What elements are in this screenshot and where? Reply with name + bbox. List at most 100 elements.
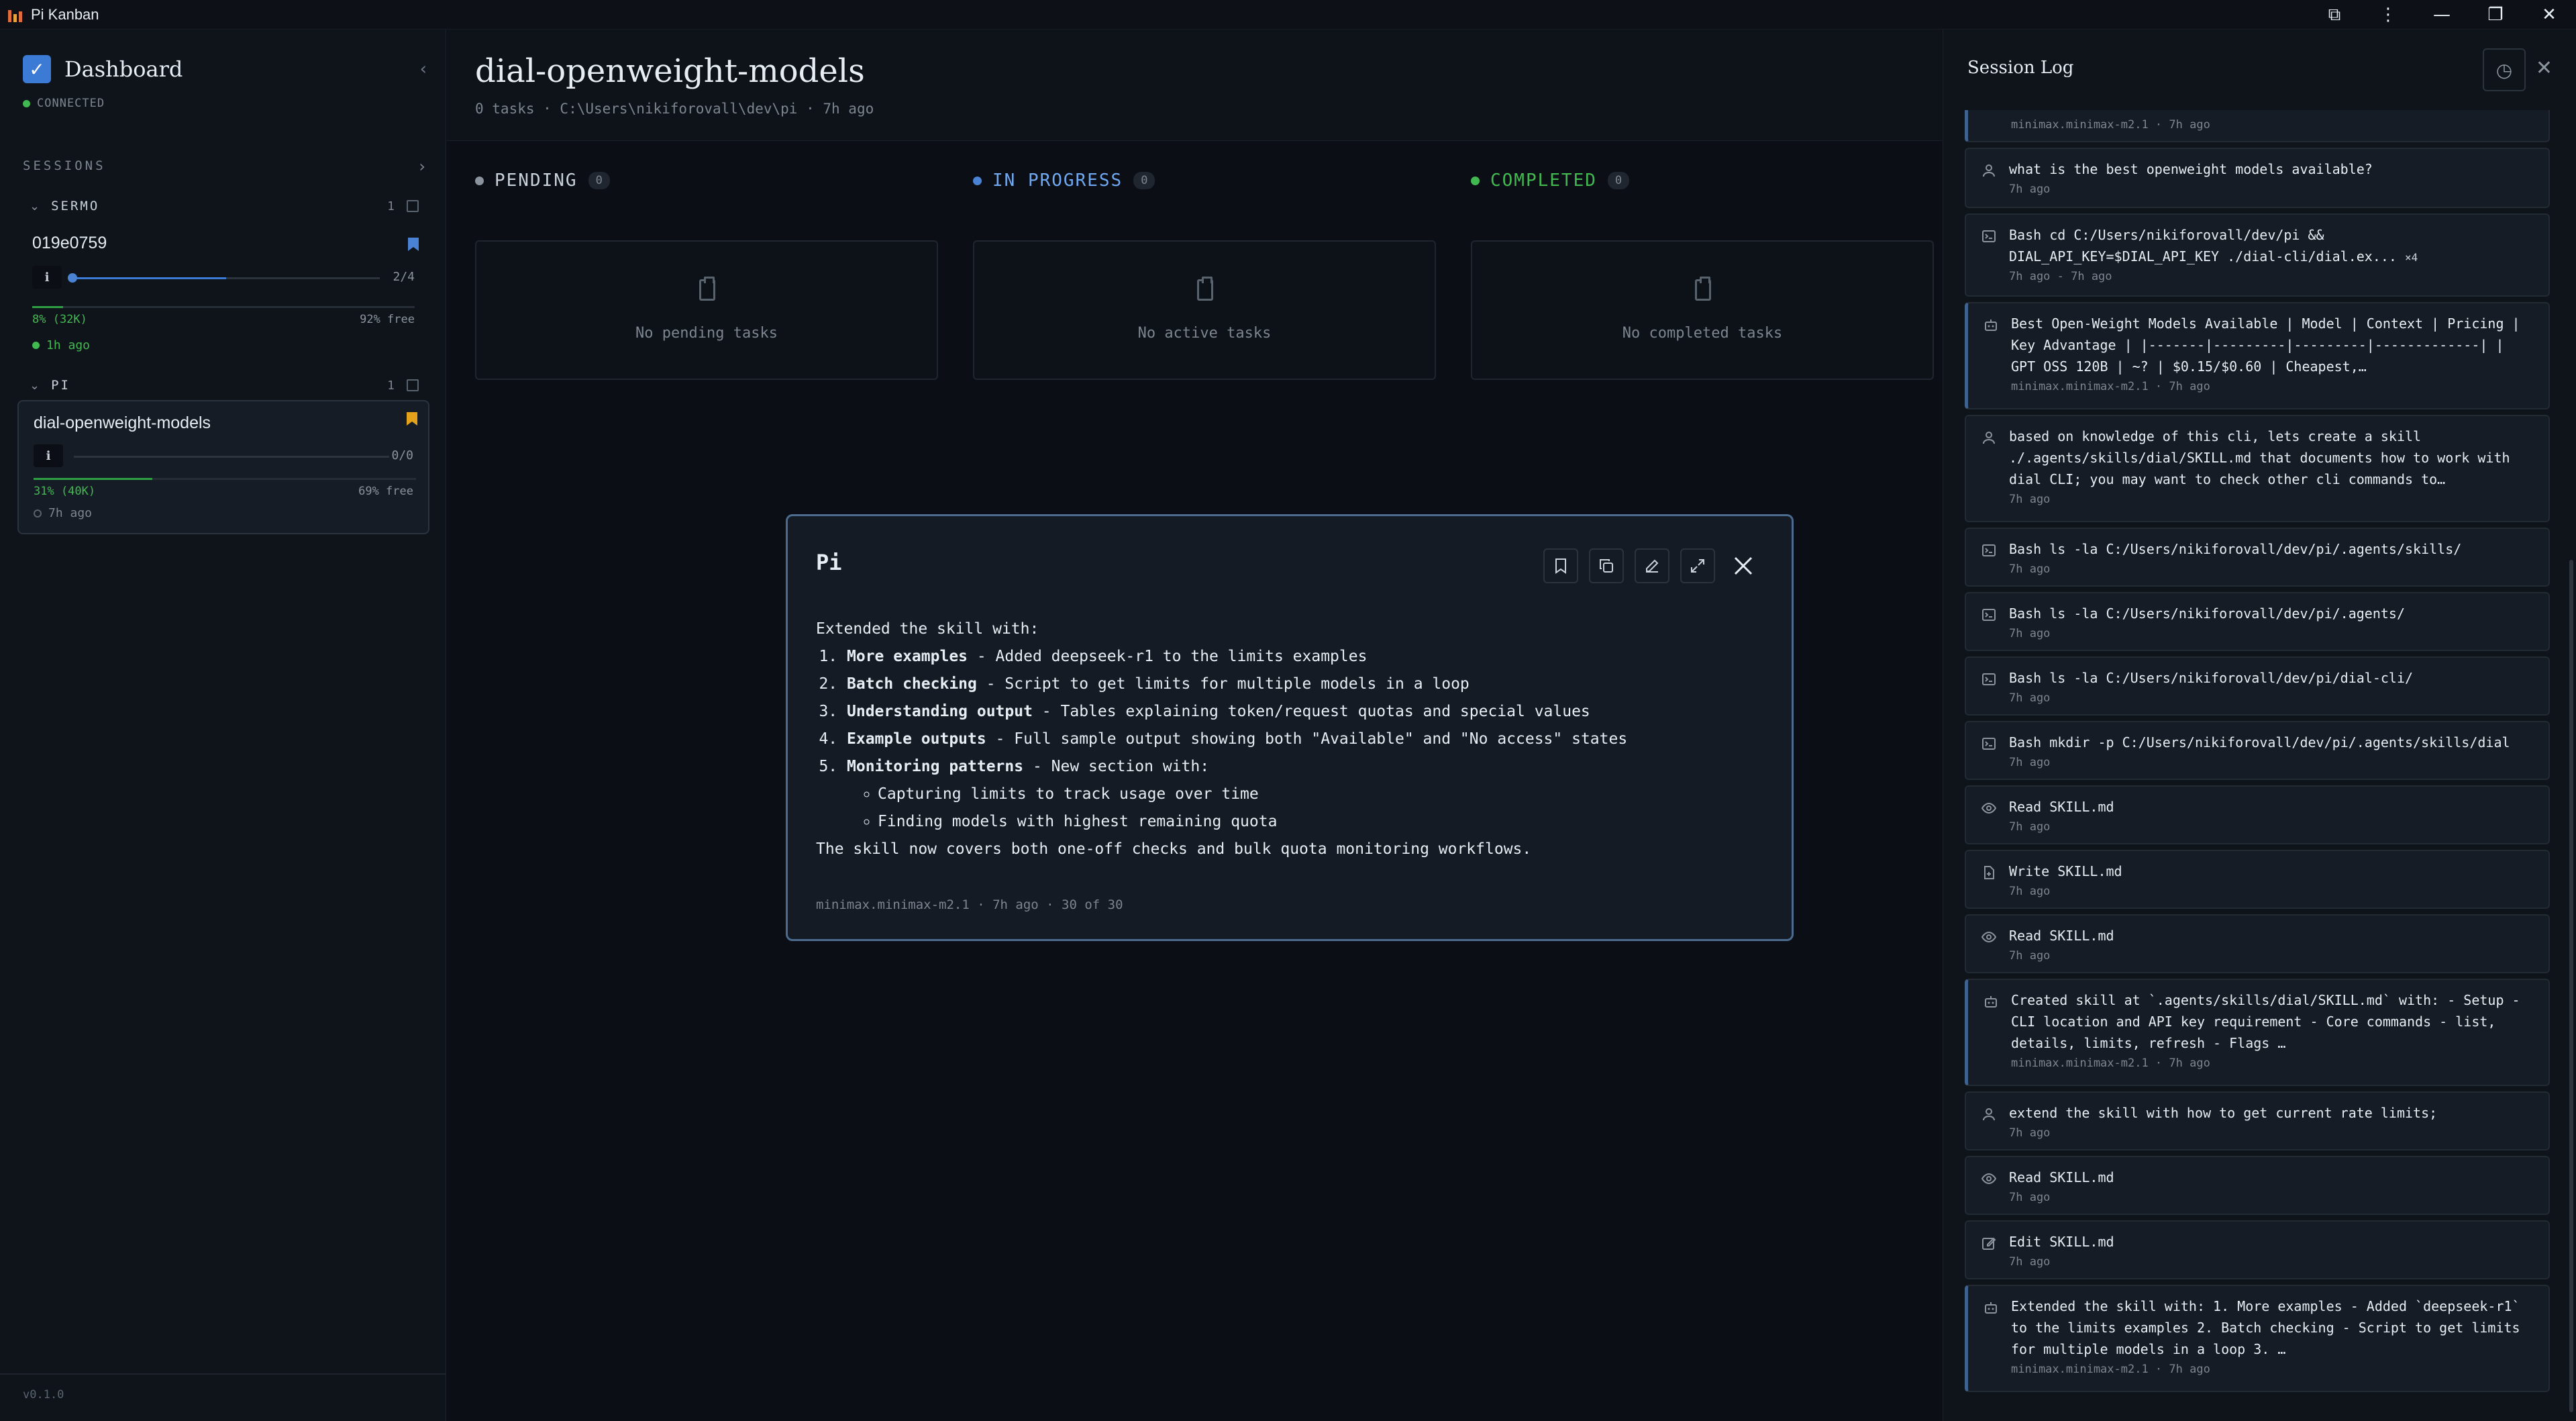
log-item-text: Extended the skill with: 1. More example… [2011,1295,2535,1360]
restore-button[interactable]: ❐ [2469,0,2522,30]
sessions-expand-icon[interactable]: › [419,157,425,176]
log-scrollbar[interactable] [2569,560,2573,1412]
log-item-text-content: based on knowledge of this cli, lets cre… [2009,428,2510,487]
history-button[interactable]: ◷ [2483,48,2526,91]
log-item-text-content: Extended the skill with: 1. More example… [2011,1298,2520,1357]
log-item-meta: 7h ago [2009,183,2051,196]
group-header-pi[interactable]: ⌄ PI 1 [30,378,419,393]
log-item-text-content: Read SKILL.md [2009,928,2114,944]
log-item-meta: minimax.minimax-m2.1 · 7h ago [2011,118,2210,132]
log-item[interactable]: Read SKILL.md 7h ago [1965,785,2550,844]
minimize-button[interactable]: — [2415,0,2469,30]
log-item-text-content: Bash mkdir -p C:/Users/nikiforovall/dev/… [2009,734,2510,750]
bookmark-icon[interactable] [407,412,417,426]
log-item-text: Bash cd C:/Users/nikiforovall/dev/pi && … [2009,224,2535,268]
session-progress-track [72,277,380,279]
column-empty-text: No active tasks [1137,325,1272,342]
expand-button[interactable] [1680,548,1715,583]
log-item[interactable]: Bash mkdir -p C:/Users/nikiforovall/dev/… [1965,721,2550,780]
session-name: dial-openweight-models [34,413,211,432]
list-item: More examples - Added deepseek-r1 to the… [847,643,1755,671]
log-item-text-content: Read SKILL.md [2009,1169,2114,1185]
group-header-sermo[interactable]: ⌄ SERMO 1 [30,199,419,213]
page-title: dial-openweight-models [475,52,865,90]
column-empty-text: No pending tasks [635,325,778,342]
sub-list: Capturing limits to track usage over tim… [847,781,1755,836]
list-item: Example outputs - Full sample output sho… [847,726,1755,753]
log-item-text-content: Bash cd C:/Users/nikiforovall/dev/pi && … [2009,227,2397,264]
log-item-meta: minimax.minimax-m2.1 · 7h ago [2011,1057,2210,1070]
log-item[interactable]: Read SKILL.md 7h ago [1965,914,2550,973]
column-header-pending: PENDING 0 [475,170,610,191]
collapse-sidebar-icon[interactable]: ‹ [420,59,427,79]
log-item-text: extend the skill with how to get current… [2009,1102,2535,1124]
modal-close-button[interactable] [1726,548,1761,583]
copy-button[interactable] [1589,548,1624,583]
log-item[interactable]: Write SKILL.md 7h ago [1965,850,2550,909]
context-free: 92% free [360,313,415,326]
log-item[interactable]: extend the skill with how to get current… [1965,1091,2550,1150]
log-item-meta: 7h ago [2009,493,2051,506]
dashboard-header[interactable]: ✓ Dashboard [23,55,183,83]
session-card-dial-openweight-models[interactable]: dial-openweight-models ℹ 0/0 31% (40K) 6… [17,400,429,534]
log-item[interactable]: Extended the skill with: 1. More example… [1965,1285,2550,1392]
log-item-text: Bash mkdir -p C:/Users/nikiforovall/dev/… [2009,732,2535,753]
message-modal: Pi Extended the skill with: More example… [786,514,1794,941]
session-info-icon[interactable]: ℹ [32,266,62,289]
group-count: 1 [387,378,395,393]
sessions-label: SESSIONS [23,158,106,173]
log-item[interactable]: what is the best openweight models avail… [1965,148,2550,208]
more-menu-icon[interactable]: ⋮ [2361,0,2415,30]
bookmark-icon[interactable] [408,238,419,251]
column-label: IN PROGRESS [992,170,1123,191]
session-info-icon[interactable]: ℹ [34,444,63,467]
terminal-icon [1981,228,1997,244]
log-item[interactable]: Created skill at `.agents/skills/dial/SK… [1965,979,2550,1086]
log-item[interactable]: based on knowledge of this cli, lets cre… [1965,415,2550,522]
list-item-title: Example outputs [847,730,986,748]
status-dot-icon [34,509,42,518]
log-item-meta: 7h ago [2009,1255,2051,1269]
column-count-badge: 0 [1607,172,1630,189]
session-log-panel: Session Log ◷ ✕ minimax.minimax-m2.1 · 7… [1943,30,2576,1421]
user-icon [1981,430,1997,446]
log-item[interactable]: Bash ls -la C:/Users/nikiforovall/dev/pi… [1965,528,2550,587]
edit-button[interactable] [1635,548,1669,583]
log-item[interactable]: Bash cd C:/Users/nikiforovall/dev/pi && … [1965,213,2550,297]
log-item-meta: 7h ago [2009,691,2051,705]
chevron-down-icon: ⌄ [30,378,42,393]
log-item-text: Bash ls -la C:/Users/nikiforovall/dev/pi… [2009,667,2535,689]
log-title: Session Log [1967,58,2074,78]
log-item[interactable]: Bash ls -la C:/Users/nikiforovall/dev/pi… [1965,592,2550,651]
log-item-meta: 7h ago [2009,820,2051,834]
group-grid-icon[interactable] [407,200,419,212]
column-empty-text: No completed tasks [1622,325,1783,342]
title-bar: Pi Kanban ⧉ ⋮ — ❐ ✕ [0,0,2576,30]
eye-icon [1981,1171,1997,1187]
log-item-text-content: Created skill at `.agents/skills/dial/SK… [2011,992,2520,1051]
log-item[interactable]: Best Open-Weight Models Available | Mode… [1965,302,2550,409]
app-version: v0.1.0 [23,1388,64,1402]
log-item[interactable]: minimax.minimax-m2.1 · 7h ago [1965,110,2550,142]
group-grid-icon[interactable] [407,379,419,391]
log-item-text: Edit SKILL.md [2009,1231,2535,1253]
bookmark-button[interactable] [1543,548,1578,583]
context-track [32,306,415,308]
bot-icon [1983,993,1999,1010]
terminal-icon [1981,671,1997,687]
sub-list-item: Capturing limits to track usage over tim… [878,781,1755,808]
user-icon [1981,162,1997,179]
extension-icon[interactable]: ⧉ [2308,0,2361,30]
window-close-button[interactable]: ✕ [2522,0,2576,30]
log-item-meta: 7h ago [2009,562,2051,576]
log-item[interactable]: Bash ls -la C:/Users/nikiforovall/dev/pi… [1965,656,2550,716]
session-card-019e0759[interactable]: 019e0759 ℹ 2/4 8% (32K) 92% free 1h ago [17,224,429,385]
log-item[interactable]: Read SKILL.md 7h ago [1965,1156,2550,1215]
session-time-label: 1h ago [46,338,91,352]
main-header: dial-openweight-models 0 tasks · C:\User… [447,30,1942,141]
context-fill [34,478,152,480]
log-item[interactable]: Edit SKILL.md 7h ago [1965,1220,2550,1279]
log-item-text-content: Read SKILL.md [2009,799,2114,815]
log-close-button[interactable]: ✕ [2536,56,2553,80]
clipboard-icon [1695,277,1711,301]
